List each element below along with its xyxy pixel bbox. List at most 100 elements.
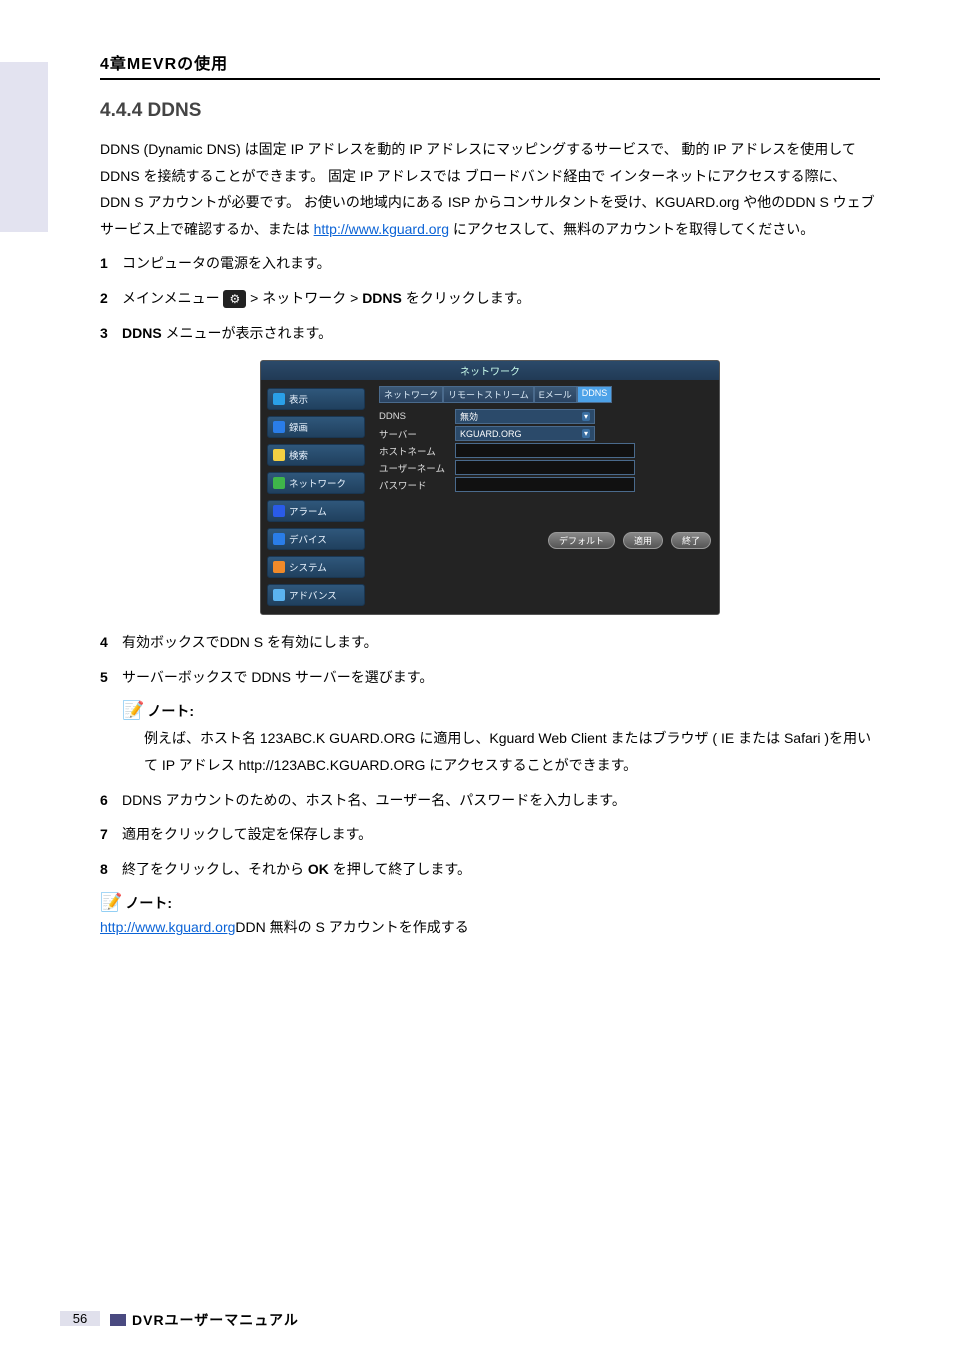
page-body: 4章MEVRの使用 4.4.4 DDNS DDNS (Dynamic DNS) …: [100, 50, 880, 937]
intro-text-b: にアクセスして、無料のアカウントを取得してください。: [449, 221, 814, 237]
step-2-mid: ネットワーク >: [262, 290, 358, 306]
dialog-form: ネットワーク リモートストリーム Eメール DDNS DDNS 無効 ▾ サーバー K…: [371, 380, 719, 614]
record-icon: [273, 421, 285, 433]
step-2-bold: DDNS: [362, 290, 402, 306]
page-number: 56: [60, 1311, 100, 1326]
step-6: 6 DDNS アカウントのための、ホスト名、ユーザー名、パスワードを入力します。: [100, 787, 880, 814]
side-device-label: デバイス: [289, 532, 327, 546]
side-record[interactable]: 録画: [267, 416, 365, 438]
btn-apply[interactable]: 適用: [623, 532, 663, 549]
step-4-text: 有効ボックスでDDN S を有効にします。: [122, 629, 880, 656]
system-icon: [273, 561, 285, 573]
section-title: 4.4.4 DDNS: [100, 100, 880, 122]
step-8-tail: を押して終了します。: [329, 861, 471, 877]
kguard-link-2[interactable]: http://www.kguard.org: [100, 919, 235, 935]
lbl-server: サーバー: [379, 427, 449, 441]
step-6-text: DDNS アカウントのための、ホスト名、ユーザー名、パスワードを入力します。: [122, 787, 880, 814]
step-1: 1 コンピュータの電源を入れます。: [100, 250, 880, 277]
dd-ddns[interactable]: 無効 ▾: [455, 409, 595, 424]
step-7: 7 適用をクリックして設定を保存します。: [100, 821, 880, 848]
side-system[interactable]: システム: [267, 556, 365, 578]
step-8-body: 終了をクリックし、それから OK を押して終了します。: [122, 856, 880, 883]
chevron-down-icon: ▾: [582, 429, 590, 438]
dd-server-value: KGUARD.ORG: [460, 429, 522, 439]
note-1-label: ノート:: [147, 703, 194, 719]
side-network[interactable]: ネットワーク: [267, 472, 365, 494]
device-icon: [273, 533, 285, 545]
footer-square-icon: [110, 1314, 126, 1326]
dialog-title: ネットワーク: [261, 361, 719, 380]
step-7-num: 7: [100, 821, 114, 848]
btn-default[interactable]: デフォルト: [548, 532, 615, 549]
kguard-link[interactable]: http://www.kguard.org: [314, 221, 449, 237]
step-1-text: コンピュータの電源を入れます。: [122, 250, 880, 277]
step-2-num: 2: [100, 285, 114, 312]
step-8-bold: OK: [308, 861, 329, 877]
footer: DVRユーザーマニュアル 56: [0, 1310, 954, 1330]
note-1-body: 例えば、ホスト名 123ABC.K GUARD.ORG に適用し、Kguard …: [144, 725, 880, 778]
step-8-num: 8: [100, 856, 114, 883]
side-display[interactable]: 表示: [267, 388, 365, 410]
inp-host[interactable]: [455, 443, 635, 458]
lbl-user: ユーザーネーム: [379, 461, 449, 475]
side-display-label: 表示: [289, 392, 308, 406]
dd-ddns-value: 無効: [460, 410, 478, 423]
tab-remote-stream[interactable]: リモートストリーム: [443, 386, 534, 403]
inp-user[interactable]: [455, 460, 635, 475]
chevron-down-icon: ▾: [582, 412, 590, 421]
step-2-body: メインメニュー ⚙ > ネットワーク > DDNS をクリックします。: [122, 285, 880, 312]
lbl-ddns: DDNS: [379, 411, 449, 422]
step-2-tail: をクリックします。: [406, 290, 531, 306]
network-icon: [273, 477, 285, 489]
step-5-text: サーバーボックスで DDNS サーバーを選びます。: [122, 664, 880, 691]
network-dialog: ネットワーク 表示 録画 検索 ネットワーク アラーム デバイス システム アド…: [260, 360, 720, 615]
dd-server[interactable]: KGUARD.ORG ▾: [455, 426, 595, 441]
step-1-num: 1: [100, 250, 114, 277]
chapter-header: 4章MEVRの使用: [100, 50, 880, 78]
tab-ddns[interactable]: DDNS: [577, 386, 613, 403]
side-alarm[interactable]: アラーム: [267, 500, 365, 522]
step-5: 5 サーバーボックスで DDNS サーバーを選びます。: [100, 664, 880, 691]
side-advance-label: アドバンス: [289, 588, 337, 602]
side-alarm-label: アラーム: [289, 504, 327, 518]
side-search[interactable]: 検索: [267, 444, 365, 466]
btn-exit[interactable]: 終了: [671, 532, 711, 549]
display-icon: [273, 393, 285, 405]
header-rule: [100, 78, 880, 80]
step-2-pre: メインメニュー: [122, 290, 220, 306]
screenshot-wrap: ネットワーク 表示 録画 検索 ネットワーク アラーム デバイス システム アド…: [260, 360, 880, 615]
step-3-num: 3: [100, 320, 114, 347]
step-8: 8 終了をクリックし、それから OK を押して終了します。: [100, 856, 880, 883]
side-network-label: ネットワーク: [289, 476, 346, 490]
note-2: 📝ノート:: [100, 892, 880, 913]
intro-paragraph: DDNS (Dynamic DNS) は固定 IP アドレスを動的 IP アドレ…: [100, 136, 880, 242]
tab-email[interactable]: Eメール: [534, 386, 577, 403]
footer-text: DVRユーザーマニュアル: [132, 1310, 299, 1330]
inp-pass[interactable]: [455, 477, 635, 492]
side-search-label: 検索: [289, 448, 308, 462]
dialog-tabs: ネットワーク リモートストリーム Eメール DDNS: [379, 386, 711, 403]
note-icon: 📝: [100, 892, 122, 913]
lbl-pass: パスワード: [379, 478, 449, 492]
alarm-icon: [273, 505, 285, 517]
advance-icon: [273, 589, 285, 601]
note-1: 📝ノート:: [122, 700, 880, 721]
side-record-label: 録画: [289, 420, 308, 434]
step-6-num: 6: [100, 787, 114, 814]
step-4-num: 4: [100, 629, 114, 656]
step-2: 2 メインメニュー ⚙ > ネットワーク > DDNS をクリックします。: [100, 285, 880, 312]
dialog-sidebar: 表示 録画 検索 ネットワーク アラーム デバイス システム アドバンス: [261, 380, 371, 614]
search-icon: [273, 449, 285, 461]
step-3: 3 DDNS メニューが表示されます。: [100, 320, 880, 347]
step-3-body: DDNS メニューが表示されます。: [122, 320, 880, 347]
tab-network[interactable]: ネットワーク: [379, 386, 443, 403]
gear-icon: ⚙: [223, 290, 246, 308]
step-5-num: 5: [100, 664, 114, 691]
note-icon: 📝: [122, 700, 144, 721]
step-8-pre: 終了をクリックし、それから: [122, 861, 308, 877]
side-advance[interactable]: アドバンス: [267, 584, 365, 606]
step-4: 4 有効ボックスでDDN S を有効にします。: [100, 629, 880, 656]
note-2-label: ノート:: [125, 895, 172, 911]
side-device[interactable]: デバイス: [267, 528, 365, 550]
accent-bar: [0, 62, 48, 232]
